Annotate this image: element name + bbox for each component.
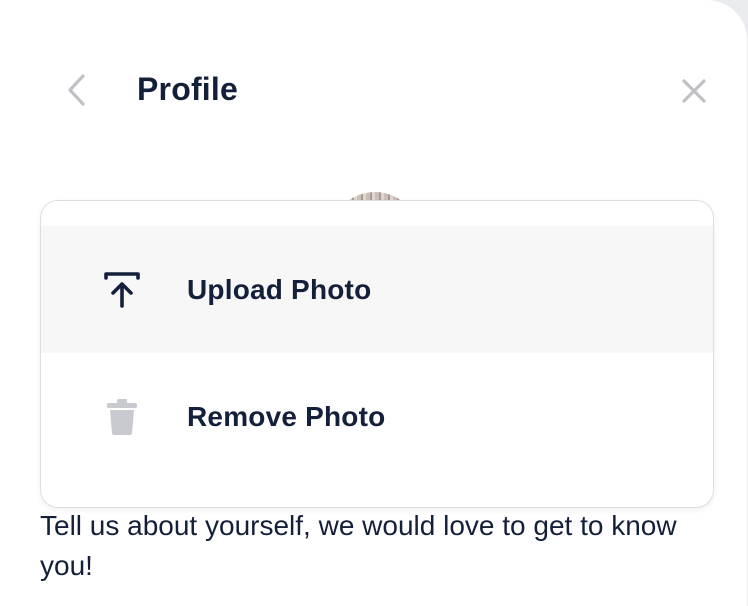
remove-photo-label: Remove Photo bbox=[187, 400, 386, 432]
upload-icon bbox=[103, 271, 141, 309]
header: Profile bbox=[0, 60, 747, 120]
chevron-left-icon bbox=[68, 74, 85, 106]
about-prompt: Tell us about yourself, we would love to… bbox=[40, 510, 677, 581]
close-button[interactable] bbox=[676, 73, 712, 109]
trash-icon bbox=[103, 398, 141, 436]
page-title: Profile bbox=[137, 71, 238, 107]
upload-photo-button[interactable]: Upload Photo bbox=[41, 226, 713, 353]
photo-options-menu: Upload Photo Remove Photo bbox=[40, 200, 714, 508]
back-button[interactable] bbox=[60, 72, 92, 108]
upload-photo-label: Upload Photo bbox=[187, 273, 372, 305]
close-icon bbox=[682, 79, 706, 103]
profile-panel: Profile Upload Photo Remove Photo Tell u… bbox=[0, 0, 747, 606]
remove-photo-button[interactable]: Remove Photo bbox=[41, 353, 713, 480]
